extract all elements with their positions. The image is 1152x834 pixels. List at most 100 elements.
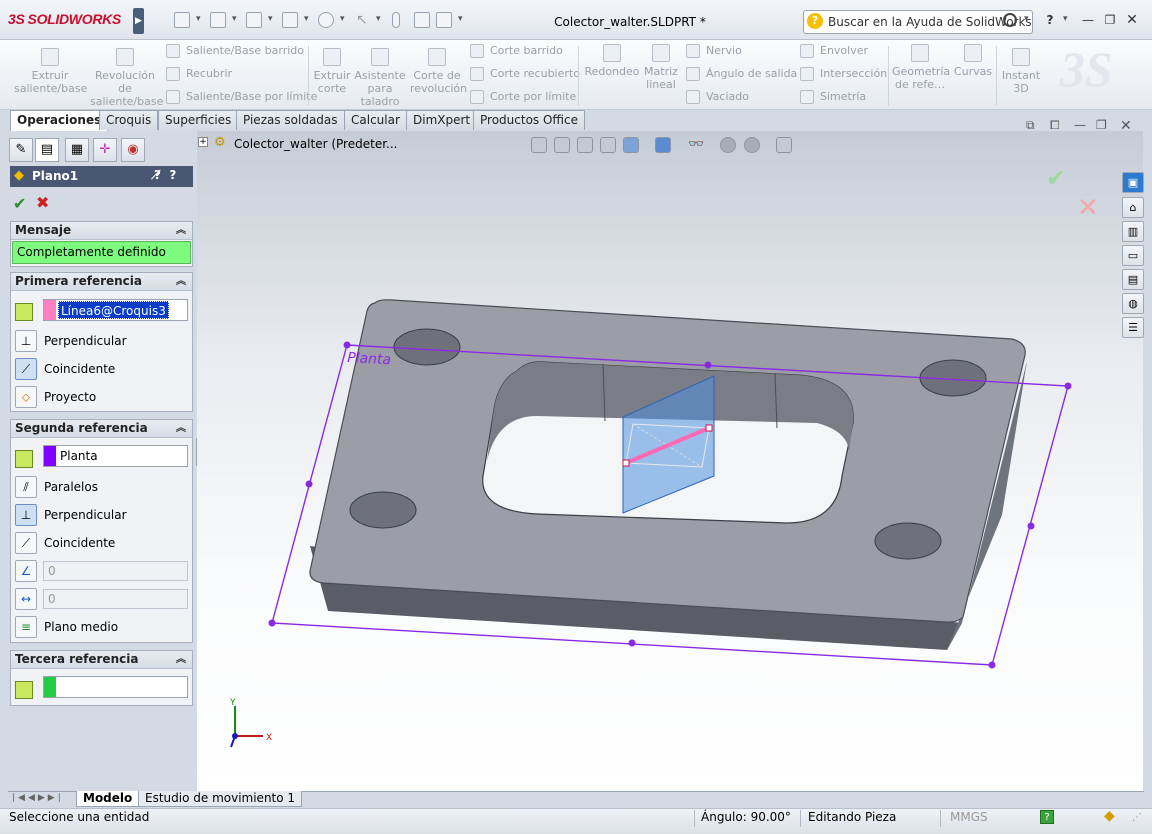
menu-flyout-arrow-icon[interactable]: ▶ (133, 8, 144, 34)
hole-wizard-button[interactable]: Asistente para taladro (354, 48, 406, 108)
display-manager-tab-icon[interactable]: ◉ (121, 138, 145, 162)
save-icon[interactable] (246, 12, 262, 28)
new-dropdown-icon[interactable]: ▾ (196, 14, 201, 24)
confirm-corner-cancel-icon[interactable]: ✕ (1077, 193, 1099, 223)
third-reference-header[interactable]: Tercera referencia ︽ (11, 651, 192, 669)
plane-handle[interactable] (268, 619, 276, 627)
search-dropdown-icon[interactable]: ▾ (1024, 14, 1029, 24)
collapse-chevron-icon[interactable]: ︽ (176, 420, 186, 437)
undo-icon[interactable] (318, 12, 334, 28)
status-tags-icon[interactable]: ◆ (1104, 808, 1115, 824)
help-menu-icon[interactable]: ? (1042, 13, 1058, 27)
design-library-icon[interactable]: ▥ (1122, 221, 1144, 242)
lofted-cut-button[interactable]: Corte recubierto (470, 66, 580, 82)
options-dropdown-icon[interactable]: ▾ (458, 14, 463, 24)
tab-superficies[interactable]: Superficies (158, 110, 239, 130)
status-units[interactable]: MMGS (950, 810, 988, 824)
tab-productos-office[interactable]: Productos Office (473, 110, 585, 130)
zoom-to-area-icon[interactable] (554, 137, 570, 153)
tab-piezas-soldadas[interactable]: Piezas soldadas (236, 110, 345, 130)
open-dropdown-icon[interactable]: ▾ (232, 14, 237, 24)
dimxpert-manager-tab-icon[interactable]: ✛ (93, 138, 117, 162)
options-icon[interactable] (436, 12, 452, 28)
swept-cut-button[interactable]: Corte barrido (470, 43, 563, 59)
draft-button[interactable]: Ángulo de salida (686, 66, 797, 82)
new-document-icon[interactable] (174, 12, 190, 28)
curves-button[interactable]: Curvas (952, 44, 994, 78)
status-help-icon[interactable]: ? (1040, 810, 1054, 824)
feature-manager-tab-icon[interactable]: ✎ (9, 138, 33, 162)
feature-tree-root[interactable]: Colector_walter (Predeter... (234, 137, 397, 151)
first-reference-header[interactable]: Primera referencia ︽ (11, 273, 192, 291)
extrude-boss-button[interactable]: Extruir saliente/base (14, 48, 87, 95)
swept-boss-button[interactable]: Saliente/Base barrido (166, 43, 304, 59)
plane-handle[interactable] (1027, 522, 1035, 530)
select-dropdown-icon[interactable]: ▾ (376, 14, 381, 24)
tab-scroll-arrows-icon[interactable]: |◀◀▶▶| (12, 793, 64, 803)
open-folder-icon[interactable] (210, 12, 226, 28)
doc-restore-icon[interactable]: ❐ (1096, 118, 1107, 132)
intersect-button[interactable]: Intersección (800, 66, 887, 82)
view-palette-icon[interactable]: ▤ (1122, 269, 1144, 290)
model-view[interactable]: Planta Y X (197, 131, 1143, 791)
angle-icon[interactable]: ∠ (15, 560, 37, 582)
distance-input[interactable]: 0 (43, 589, 188, 609)
second-reference-header[interactable]: Segunda referencia ︽ (11, 420, 192, 438)
edit-appearance-icon[interactable] (720, 137, 736, 153)
search-icon[interactable] (1003, 13, 1017, 27)
previous-view-icon[interactable] (577, 137, 593, 153)
revolved-cut-button[interactable]: Corte de revolución (410, 48, 467, 95)
mirror-button[interactable]: Simetría (800, 89, 866, 105)
instant3d-button[interactable]: Instant 3D (998, 48, 1044, 95)
view-orientation-icon[interactable] (623, 137, 639, 153)
boundary-boss-button[interactable]: Saliente/Base por límite (166, 89, 317, 105)
view-settings-icon[interactable] (776, 137, 792, 153)
property-manager-help-icon[interactable]: ?̸ ? (154, 168, 176, 182)
distance-icon[interactable]: ↔ (15, 588, 37, 610)
configuration-manager-tab-icon[interactable]: ▦ (65, 138, 89, 162)
message-group-header[interactable]: Mensaje ︽ (11, 222, 192, 240)
collapse-chevron-icon[interactable]: ︽ (176, 273, 186, 290)
resize-grip-icon[interactable]: ⋰ (1132, 812, 1142, 823)
apply-scene-icon[interactable] (744, 137, 760, 153)
print-icon[interactable] (282, 12, 298, 28)
tab-modelo[interactable]: Modelo (76, 791, 140, 807)
property-manager-tab-icon[interactable]: ▤ (35, 138, 59, 162)
solidworks-resources-icon[interactable]: ▣ (1122, 172, 1144, 193)
hide-show-items-icon[interactable]: 👓 (688, 137, 704, 153)
loft-boss-button[interactable]: Recubrir (166, 66, 232, 82)
collapse-chevron-icon[interactable]: ︽ (176, 651, 186, 668)
home-icon[interactable]: ⌂ (1122, 197, 1144, 218)
zoom-to-fit-icon[interactable] (531, 137, 547, 153)
plane-handle[interactable] (628, 639, 636, 647)
tree-expand-icon[interactable]: + (198, 137, 208, 147)
minimize-window-icon[interactable]: — (1080, 13, 1096, 27)
fillet-button[interactable]: Redondeo (584, 44, 640, 78)
linear-pattern-button[interactable]: Matriz lineal (642, 44, 680, 91)
first-reference-selection[interactable]: Línea6@Croquis3 (43, 299, 188, 321)
cancel-x-icon[interactable]: ✖ (36, 193, 49, 212)
plane-handle[interactable] (343, 341, 351, 349)
display-style-icon[interactable] (655, 137, 671, 153)
shell-button[interactable]: Vaciado (686, 89, 749, 105)
undo-dropdown-icon[interactable]: ▾ (340, 14, 345, 24)
reference-geometry-button[interactable]: Geometría de refe… (892, 44, 950, 91)
revolve-boss-button[interactable]: Revolución de saliente/base (90, 48, 163, 108)
tab-operaciones[interactable]: Operaciones (10, 110, 109, 131)
confirm-corner-ok-icon[interactable]: ✔ (1046, 164, 1066, 192)
wrap-button[interactable]: Envolver (800, 43, 868, 59)
select-arrow-icon[interactable]: ↖ (356, 12, 372, 28)
close-window-icon[interactable]: ✕ (1124, 13, 1140, 27)
collapse-chevron-icon[interactable]: ︽ (176, 222, 186, 239)
file-explorer-icon[interactable]: ▭ (1122, 245, 1144, 266)
sketch-endpoint[interactable] (622, 459, 630, 467)
tab-dimxpert[interactable]: DimXpert (406, 110, 478, 130)
help-search-input[interactable]: Buscar en la Ayuda de SolidWorks (803, 10, 1033, 34)
section-view-icon[interactable] (600, 137, 616, 153)
restore-window-icon[interactable]: ❐ (1102, 13, 1118, 27)
plane-handle[interactable] (988, 661, 996, 669)
tab-calcular[interactable]: Calcular (344, 110, 407, 130)
help-dropdown-icon[interactable]: ▾ (1063, 14, 1068, 24)
ok-check-icon[interactable]: ✔ (13, 194, 26, 213)
file-properties-icon[interactable] (414, 12, 430, 28)
